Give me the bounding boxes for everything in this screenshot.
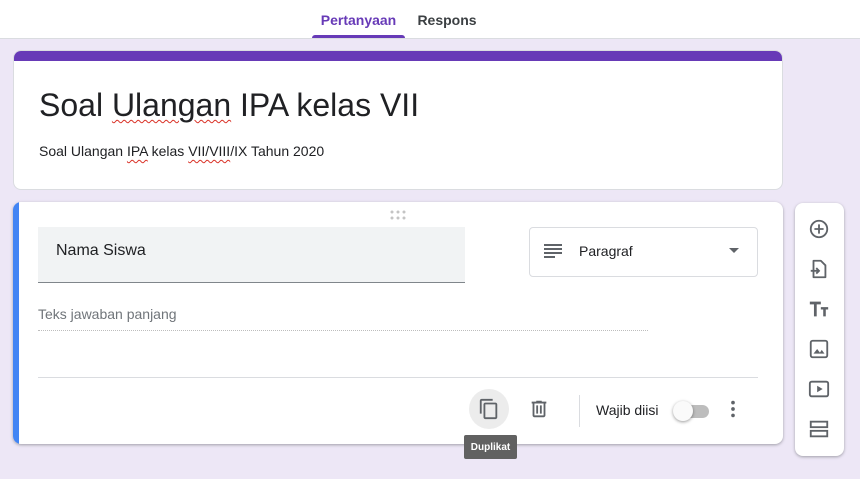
form-description-text: VII/VIII xyxy=(188,143,231,159)
trash-icon xyxy=(531,400,547,418)
more-options-button[interactable] xyxy=(713,389,753,429)
form-description-text: /IX Tahun 2020 xyxy=(230,143,325,159)
form-description-text: Soal Ulangan xyxy=(39,143,127,159)
required-label: Wajib diisi xyxy=(596,402,659,418)
form-description-text: IPA xyxy=(126,143,148,159)
form-title-text: IPA kelas VII xyxy=(231,87,420,123)
duplicate-button[interactable] xyxy=(469,389,509,429)
form-description[interactable]: Soal Ulangan IPA kelas VII/VIII/IX Tahun… xyxy=(39,143,324,159)
add-question-button[interactable] xyxy=(799,209,839,249)
question-type-dropdown[interactable]: Paragraf xyxy=(529,227,758,277)
paragraph-lines-icon xyxy=(544,244,562,258)
floating-toolbar xyxy=(795,203,844,456)
add-image-button[interactable] xyxy=(799,329,839,369)
chevron-down-icon xyxy=(729,248,739,253)
delete-button[interactable] xyxy=(519,389,559,429)
footer-separator xyxy=(579,395,580,427)
tab-pertanyaan[interactable]: Pertanyaan xyxy=(312,0,405,38)
top-tab-bar: Pertanyaan Respons xyxy=(0,0,860,39)
toggle-knob xyxy=(673,401,693,421)
question-type-label: Paragraf xyxy=(579,243,633,259)
add-video-button[interactable] xyxy=(799,369,839,409)
duplicate-tooltip: Duplikat xyxy=(464,435,517,459)
title-card-accent xyxy=(14,51,782,61)
add-image-icon xyxy=(809,339,829,359)
question-title-field[interactable] xyxy=(38,227,465,283)
question-card[interactable]: Paragraf Teks jawaban panjang Wajib diis… xyxy=(13,202,783,444)
required-toggle[interactable] xyxy=(673,401,711,421)
duplicate-icon xyxy=(479,398,498,420)
question-footer-divider xyxy=(38,377,758,378)
question-title-input[interactable] xyxy=(54,241,438,261)
add-section-button[interactable] xyxy=(799,409,839,449)
form-title-text: Soal xyxy=(39,87,112,123)
import-questions-icon xyxy=(810,259,827,279)
import-questions-button[interactable] xyxy=(799,249,839,289)
form-description-text: kelas xyxy=(147,143,189,159)
drag-handle-icon[interactable] xyxy=(390,210,406,220)
add-title-button[interactable] xyxy=(799,289,839,329)
form-title[interactable]: Soal Ulangan IPA kelas VII xyxy=(39,87,419,124)
add-question-icon xyxy=(809,219,829,239)
more-vert-icon xyxy=(731,400,735,418)
add-section-icon xyxy=(809,420,829,438)
form-title-text: Ulangan xyxy=(111,87,232,123)
add-video-icon xyxy=(808,380,830,398)
active-question-indicator xyxy=(13,202,19,444)
tab-respons[interactable]: Respons xyxy=(412,0,482,38)
long-answer-placeholder: Teks jawaban panjang xyxy=(38,306,648,331)
form-title-card: Soal Ulangan IPA kelas VII Soal Ulangan … xyxy=(13,50,783,190)
add-title-icon xyxy=(809,301,829,317)
